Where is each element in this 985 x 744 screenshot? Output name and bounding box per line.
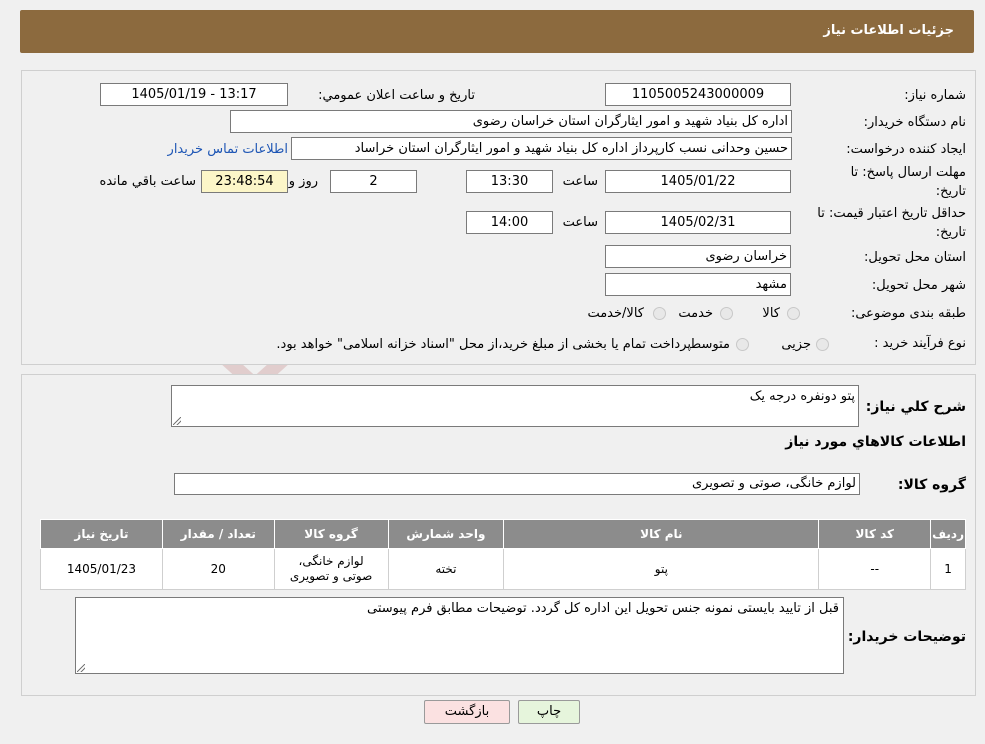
col-row-number: رديف [930, 519, 966, 549]
process-label: نوع فرآيند خريد : [874, 336, 966, 351]
category-radio-service[interactable] [720, 307, 733, 320]
group-label: گروه کالا: [897, 477, 966, 493]
page-header: جزئیات اطلاعات نیاز [20, 10, 974, 53]
notes-field: قبل از تایید بایستی نمونه جنس تحویل این … [75, 597, 844, 674]
category-option-service: خدمت [678, 306, 713, 321]
summary-title-field: پتو دونفره درجه یک [171, 385, 859, 427]
cell-unit: تخته [387, 548, 505, 590]
reply-time-field: 13:30 [466, 170, 553, 193]
back-button[interactable]: بازگشت [424, 700, 510, 724]
cell-need-date: 1405/01/23 [40, 548, 163, 590]
process-note: پرداخت تمام یا بخشی از مبلغ خرید،از محل … [276, 337, 691, 352]
remaining-word: ساعت باقي مانده [99, 174, 196, 189]
col-item-code: کد کالا [818, 519, 932, 549]
category-radio-goods[interactable] [787, 307, 800, 320]
process-radio-medium[interactable] [736, 338, 749, 351]
reply-time-word: ساعت [562, 174, 598, 189]
process-option-medium: متوسط [689, 337, 730, 352]
reply-date-field: 1405/01/22 [605, 170, 791, 193]
category-radio-goods-service[interactable] [653, 307, 666, 320]
print-button[interactable]: چاپ [518, 700, 580, 724]
province-label: استان محل تحويل: [864, 250, 966, 265]
cell-row-number: 1 [930, 548, 966, 590]
creator-field: حسین وحدانی نسب کارپرداز اداره کل بنیاد … [291, 137, 792, 160]
notes-resize-handle-icon[interactable] [77, 664, 85, 672]
need-number-field: 1105005243000009 [605, 83, 791, 106]
validity-time-field: 14:00 [466, 211, 553, 234]
contact-buyer-link[interactable]: اطلاعات تماس خریدار [168, 142, 288, 157]
reply-deadline-label-2: تاريخ: [935, 184, 966, 199]
days-word: روز و [288, 174, 318, 189]
validity-time-word: ساعت [562, 215, 598, 230]
days-count-field: 2 [330, 170, 417, 193]
reply-deadline-label: مهلت ارسال پاسخ: تا [850, 165, 966, 180]
cell-item-code: -- [818, 548, 932, 590]
need-number-label: شماره نیاز: [904, 88, 966, 103]
category-option-goods-service: کالا/خدمت [587, 306, 644, 321]
validity-label-2: تاريخ: [935, 225, 966, 240]
col-quantity: تعداد / مقدار [161, 519, 275, 549]
process-option-minor: جزیی [781, 337, 811, 352]
summary-title-label: شرح کلي نياز: [865, 399, 966, 415]
col-unit: واحد شمارش [387, 519, 505, 549]
remaining-time-field: 23:48:54 [201, 170, 288, 193]
category-label: طبقه بندی موضوعی: [850, 306, 966, 321]
resize-handle-icon[interactable] [173, 417, 181, 425]
creator-label: ایجاد کننده درخواست: [846, 142, 966, 157]
process-radio-minor[interactable] [816, 338, 829, 351]
announce-field: 1405/01/19 - 13:17 [100, 83, 288, 106]
buyer-org-field: اداره کل بنیاد شهید و امور ایثارگران است… [230, 110, 792, 133]
buyer-org-label: نام دستگاه خريدار: [863, 115, 966, 130]
page-title: جزئیات اطلاعات نیاز [823, 23, 954, 38]
table-header-row: رديف کد کالا نام کالا واحد شمارش گروه کا… [40, 519, 966, 549]
notes-label: توضيحات خريدار: [847, 629, 966, 645]
col-item-group: گروه کالا [273, 519, 389, 549]
city-label: شهر محل تحويل: [871, 278, 966, 293]
cell-item-group: لوازم خانگی، صوتی و تصویری [273, 548, 389, 590]
announce-label: تاریخ و ساعت اعلان عمومي: [318, 88, 475, 103]
cell-quantity: 20 [161, 548, 275, 590]
group-field: لوازم خانگی، صوتی و تصویری [174, 473, 860, 495]
category-option-goods: کالا [762, 306, 780, 321]
validity-date-field: 1405/02/31 [605, 211, 791, 234]
city-field: مشهد [605, 273, 791, 296]
province-field: خراسان رضوی [605, 245, 791, 268]
col-need-date: تاريخ نياز [40, 519, 163, 549]
items-section-title: اطلاعات کالاهاي مورد نياز [785, 434, 966, 450]
items-table: رديف کد کالا نام کالا واحد شمارش گروه کا… [40, 519, 966, 590]
cell-item-name: پتو [503, 548, 820, 590]
col-item-name: نام کالا [503, 519, 820, 549]
table-row: 1 -- پتو تخته لوازم خانگی، صوتی و تصویری… [40, 548, 966, 590]
validity-label: حداقل تاريخ اعتبار قيمت: تا [817, 206, 966, 221]
